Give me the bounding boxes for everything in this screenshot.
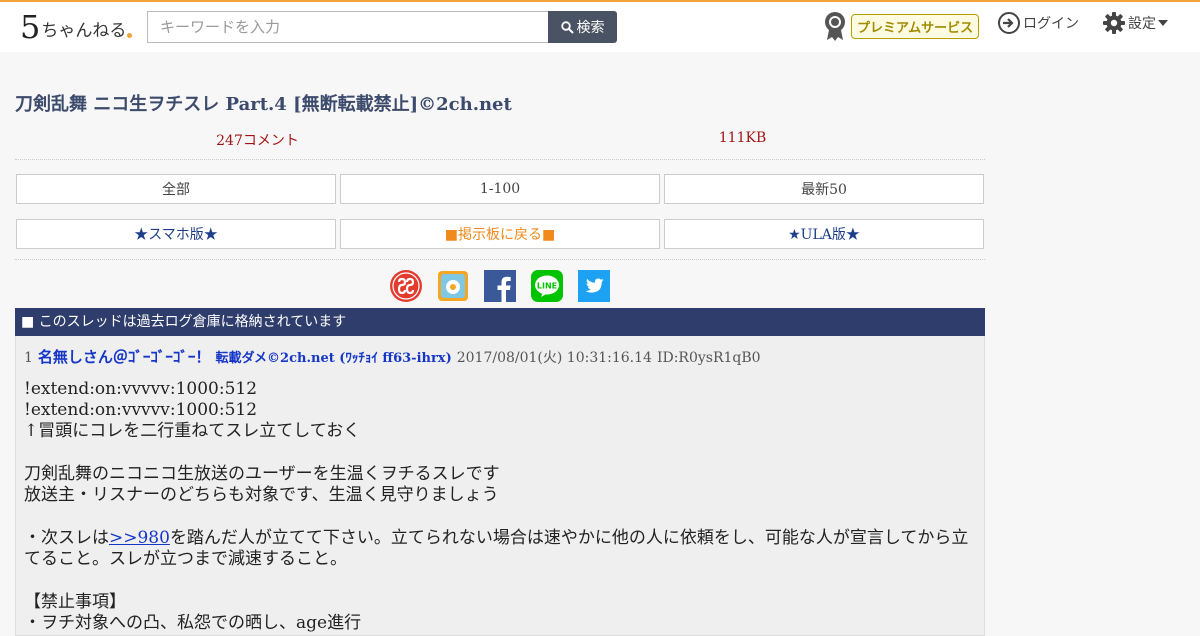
search-input[interactable] xyxy=(147,11,549,43)
line-icon[interactable]: LINE xyxy=(531,270,563,302)
post-line: !extend:on:vvvvv:1000:512 xyxy=(24,400,258,420)
post-line: 放送主・リスナーのどちらも対象です、生温く見守りましょう xyxy=(24,485,499,505)
thread-title: 刀剣乱舞 ニコ生ヲチスレ Part.4 [無断転載禁止]©2ch.net xyxy=(15,94,512,115)
post: 1 名無しさん＠ｺﾞｰｺﾞｰｺﾞｰ！ 転載ダメ©2ch.net (ﾜｯﾁｮｲ f… xyxy=(15,336,985,636)
post-number: 1 xyxy=(24,350,33,366)
range-1-100-button[interactable]: 1-100 xyxy=(340,174,660,204)
post-name: 名無しさん＠ｺﾞｰｺﾞｰｺﾞｰ！ xyxy=(37,348,211,366)
post-line: 刀剣乱舞のニコニコ生放送のユーザーを生温くヲチるスレです xyxy=(24,464,500,484)
post-date: 2017/08/01(火) 10:31:16.14 xyxy=(456,350,652,366)
post-line: ・ヲチ対象への凸、私怨での晒し、age進行 xyxy=(24,613,362,633)
search-button[interactable]: 検索 xyxy=(548,11,617,43)
post-line: 【禁止事項】 xyxy=(24,592,126,612)
post-header: 1 名無しさん＠ｺﾞｰｺﾞｰｺﾞｰ！ 転載ダメ©2ch.net (ﾜｯﾁｮｲ f… xyxy=(24,346,976,367)
main-content: 刀剣乱舞 ニコ生ヲチスレ Part.4 [無断転載禁止]©2ch.net 247… xyxy=(15,52,985,636)
bookmark-icon[interactable] xyxy=(437,270,469,302)
settings-menu[interactable]: 設定 xyxy=(1102,11,1168,35)
thread-size: 111KB xyxy=(718,130,767,146)
twitter-icon[interactable] xyxy=(578,270,610,302)
back-to-board-button[interactable]: ■掲示板に戻る■ xyxy=(340,219,660,249)
smartphone-version-button[interactable]: ★スマホ版★ xyxy=(16,219,336,249)
settings-label: 設定 xyxy=(1128,16,1156,32)
ula-version-button[interactable]: ★ULA版★ xyxy=(664,219,984,249)
login-icon xyxy=(998,12,1020,34)
search-button-label: 検索 xyxy=(576,20,605,36)
gear-icon xyxy=(1103,12,1125,34)
share-buttons: LINE xyxy=(15,270,985,303)
reply-anchor-link[interactable]: >>980 xyxy=(109,528,170,548)
latest-50-button[interactable]: 最新50 xyxy=(664,174,984,204)
post-line: ・次スレは>>980を踏んだ人が立てて下さい。立てられない場合は速やかに他の人に… xyxy=(24,528,976,570)
top-bar: 5 ちゃんねる 検索 プレミアムサービス ログイン xyxy=(0,0,1200,52)
premium-service-link[interactable]: プレミアムサービス xyxy=(823,11,980,41)
site-logo[interactable]: 5 ちゃんねる xyxy=(20,8,133,46)
svg-text:LINE: LINE xyxy=(537,282,557,291)
award-icon xyxy=(825,12,845,41)
facebook-icon[interactable] xyxy=(484,270,516,302)
archive-notice: ■ このスレッドは過去ログ倉庫に格納されています xyxy=(15,308,985,336)
version-buttons: ★スマホ版★ ■掲示板に戻る■ ★ULA版★ xyxy=(15,219,985,260)
premium-badge: プレミアムサービス xyxy=(851,13,980,39)
logo-text: ちゃんねる xyxy=(41,21,127,41)
range-buttons: 全部 1-100 最新50 xyxy=(15,174,985,204)
thread-stats: 247コメント 111KB xyxy=(15,130,985,160)
post-trip: 転載ダメ©2ch.net (ﾜｯﾁｮｲ ff63-ihrx) xyxy=(215,351,452,366)
comment-count: 247コメント xyxy=(216,133,299,149)
caret-down-icon xyxy=(1158,20,1168,26)
logo-five: 5 xyxy=(20,8,41,46)
ss-icon[interactable] xyxy=(390,270,422,302)
logo-dot xyxy=(127,33,133,38)
login-link[interactable]: ログイン xyxy=(997,11,1079,35)
login-label: ログイン xyxy=(1023,16,1079,32)
post-line: ↑冒頭にコレを二行重ねてスレ立てしておく xyxy=(24,421,361,441)
post-id: ID:R0ysR1qB0 xyxy=(656,350,761,366)
search-icon xyxy=(560,20,574,34)
post-body: !extend:on:vvvvv:1000:512 !extend:on:vvv… xyxy=(24,379,976,634)
post-text: ・次スレは xyxy=(24,528,109,548)
post-line: !extend:on:vvvvv:1000:512 xyxy=(24,379,258,399)
all-button[interactable]: 全部 xyxy=(16,174,336,204)
